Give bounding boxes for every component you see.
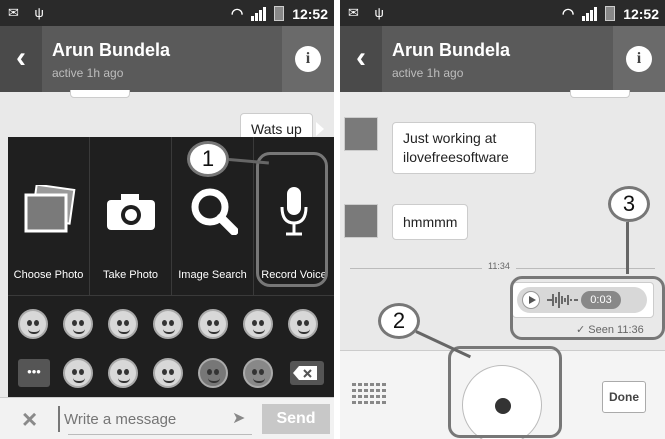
back-button[interactable]: ‹ (0, 26, 42, 92)
partial-bubble (70, 90, 130, 98)
clock: 12:52 (623, 5, 659, 22)
contact-status: active 1h ago (52, 66, 124, 80)
info-button[interactable]: i (282, 26, 334, 92)
magnifier-icon (191, 188, 238, 235)
right-phone: ✉ ψ ◠ 12:52 ‹ Arun Bundela active 1h ago… (340, 0, 665, 439)
take-photo-label: Take Photo (102, 269, 159, 281)
emoji-icon[interactable] (153, 358, 183, 388)
backspace-button[interactable] (290, 361, 324, 385)
conversation-header: ‹ Arun Bundela active 1h ago i (340, 26, 665, 92)
input-underline (68, 434, 252, 435)
contact-name: Arun Bundela (52, 40, 171, 60)
left-phone: ✉ ψ ◠ 12:52 ‹ Arun Bundela active 1h ago… (0, 0, 334, 439)
photos-icon (24, 185, 76, 233)
done-button[interactable]: Done (602, 381, 646, 413)
send-button[interactable]: Send (262, 404, 330, 434)
incoming-message: hmmmm (392, 204, 469, 240)
contact-name: Arun Bundela (392, 40, 511, 60)
keypad-icon (352, 383, 386, 404)
close-icon[interactable]: × (22, 404, 37, 435)
emoji-icon[interactable] (243, 309, 273, 339)
emoji-icon[interactable] (153, 309, 183, 339)
location-arrow-icon[interactable]: ➤ (232, 408, 245, 428)
battery-icon (605, 6, 616, 21)
emoji-icon[interactable] (198, 358, 228, 388)
image-search-label: Image Search (178, 269, 247, 281)
status-bar: ✉ ψ ◠ 12:52 (340, 0, 665, 26)
bubble-tail (316, 122, 324, 136)
emoji-icon[interactable] (243, 358, 273, 388)
signal-icon (582, 6, 598, 21)
voice-message-highlight (510, 276, 665, 340)
status-bar: ✉ ψ ◠ 12:52 (0, 0, 334, 26)
cursor (58, 406, 60, 432)
notification-icons: ✉ ψ (348, 5, 390, 20)
avatar (344, 204, 378, 238)
contact-status: active 1h ago (392, 66, 464, 80)
wifi-icon: ◠ (230, 5, 244, 21)
info-icon: i (626, 46, 652, 72)
emoji-icon[interactable] (63, 309, 93, 339)
annotation-marker: 3 (608, 186, 650, 222)
divider-time: 11:34 (482, 261, 516, 271)
emoji-icon[interactable] (63, 358, 93, 388)
camera-icon (107, 194, 155, 230)
conversation-header: ‹ Arun Bundela active 1h ago i (0, 26, 334, 92)
incoming-message: Just working at ilovefreesoftware (392, 122, 536, 174)
annotation-marker: 1 (187, 141, 229, 177)
emoji-icon[interactable] (108, 358, 138, 388)
back-button[interactable]: ‹ (340, 26, 382, 92)
clock: 12:52 (292, 5, 328, 22)
take-photo-tile[interactable]: Take Photo (90, 137, 172, 295)
message-input[interactable] (64, 407, 224, 431)
battery-icon (274, 6, 285, 21)
partial-bubble (570, 90, 630, 98)
info-icon: i (295, 46, 321, 72)
record-button-highlight (448, 346, 562, 438)
choose-photo-label: Choose Photo (13, 269, 84, 281)
screenshot-pair: ✉ ψ ◠ 12:52 ‹ Arun Bundela active 1h ago… (0, 0, 665, 439)
emoji-icon[interactable] (108, 309, 138, 339)
notification-icons: ✉ ψ (8, 5, 50, 20)
wifi-icon: ◠ (561, 5, 575, 21)
avatar (344, 117, 378, 151)
backspace-icon (293, 366, 317, 380)
emoji-icon[interactable] (18, 309, 48, 339)
annotation-arrow (626, 222, 629, 274)
panel-divider (8, 295, 334, 296)
emoji-icon[interactable] (198, 309, 228, 339)
record-voice-highlight (256, 152, 328, 287)
info-button[interactable]: i (613, 26, 665, 92)
annotation-marker: 2 (378, 303, 420, 339)
choose-photo-tile[interactable]: Choose Photo (8, 137, 90, 295)
compose-bar: × ➤ Send (0, 397, 334, 439)
signal-icon (251, 6, 267, 21)
more-emoji-button[interactable]: ••• (18, 359, 50, 387)
emoji-icon[interactable] (288, 309, 318, 339)
